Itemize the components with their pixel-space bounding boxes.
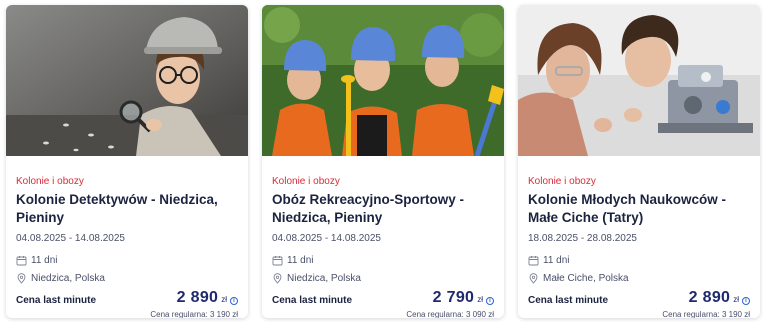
offer-price: 2 890 zł i <box>689 289 750 307</box>
offer-photo-science[interactable] <box>518 5 760 156</box>
offer-dates: 04.08.2025 - 14.08.2025 <box>16 233 125 244</box>
offer-location: Niedzica, Polska <box>272 273 361 284</box>
offer-duration-label: 11 dni <box>31 255 58 266</box>
price-currency: zł <box>733 295 739 304</box>
offer-price: 2 790 zł i <box>433 289 494 307</box>
offer-location: Niedzica, Polska <box>16 273 105 284</box>
price-label: Cena last minute <box>528 295 609 306</box>
offer-location-label: Niedzica, Polska <box>31 273 105 284</box>
offer-location-label: Niedzica, Polska <box>287 273 361 284</box>
price-label: Cena last minute <box>272 295 353 306</box>
offer-card[interactable]: Kolonie i obozy Kolonie Młodych Naukowcó… <box>518 5 760 318</box>
regular-price: Cena regularna: 3 090 zł <box>406 310 494 318</box>
detective-photo-illustration <box>6 5 248 156</box>
offer-title[interactable]: Kolonie Młodych Naukowców - Małe Ciche (… <box>528 191 748 227</box>
offer-photo-detective[interactable] <box>6 5 248 156</box>
regular-price: Cena regularna: 3 190 zł <box>662 310 750 318</box>
offer-price: 2 890 zł i <box>177 289 238 307</box>
map-pin-icon <box>272 273 283 284</box>
info-icon[interactable]: i <box>486 297 494 305</box>
price-currency: zł <box>477 295 483 304</box>
offer-card[interactable]: Kolonie i obozy Obóz Rekreacyjno-Sportow… <box>262 5 504 318</box>
offer-location: Małe Ciche, Polska <box>528 273 629 284</box>
offer-duration-label: 11 dni <box>287 255 314 266</box>
regular-price: Cena regularna: 3 190 zł <box>150 310 238 318</box>
map-pin-icon <box>16 273 27 284</box>
info-icon[interactable]: i <box>742 297 750 305</box>
calendar-icon <box>272 255 283 266</box>
price-currency: zł <box>221 295 227 304</box>
offer-photo-rafting[interactable] <box>262 5 504 156</box>
offer-dates: 04.08.2025 - 14.08.2025 <box>272 233 381 244</box>
offer-category: Kolonie i obozy <box>272 176 340 187</box>
offer-title[interactable]: Kolonie Detektywów - Niedzica, Pieniny <box>16 191 236 227</box>
price-amount: 2 890 <box>176 289 219 306</box>
rafting-photo-illustration <box>262 5 504 156</box>
offer-title[interactable]: Obóz Rekreacyjno-Sportowy - Niedzica, Pi… <box>272 191 492 227</box>
offer-dates: 18.08.2025 - 28.08.2025 <box>528 233 637 244</box>
price-amount: 2 890 <box>688 289 731 306</box>
map-pin-icon <box>528 273 539 284</box>
calendar-icon <box>528 255 539 266</box>
offer-category: Kolonie i obozy <box>16 176 84 187</box>
offer-duration: 11 dni <box>16 255 58 266</box>
offer-duration-label: 11 dni <box>543 255 570 266</box>
offer-location-label: Małe Ciche, Polska <box>543 273 629 284</box>
price-label: Cena last minute <box>16 295 97 306</box>
science-photo-illustration <box>518 5 760 156</box>
offer-card[interactable]: Kolonie i obozy Kolonie Detektywów - Nie… <box>6 5 248 318</box>
calendar-icon <box>16 255 27 266</box>
offer-duration: 11 dni <box>528 255 570 266</box>
offer-duration: 11 dni <box>272 255 314 266</box>
price-amount: 2 790 <box>432 289 475 306</box>
info-icon[interactable]: i <box>230 297 238 305</box>
offer-category: Kolonie i obozy <box>528 176 596 187</box>
